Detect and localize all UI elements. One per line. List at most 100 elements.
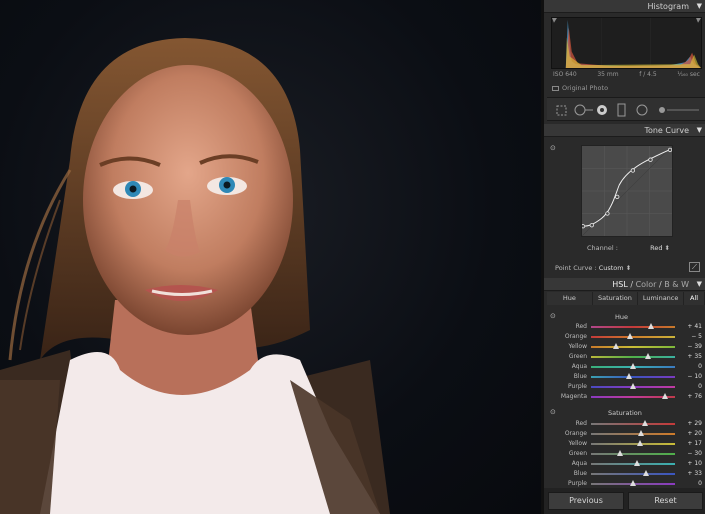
crop-icon[interactable] [556, 105, 567, 116]
histogram-header[interactable]: Histogram ▼ [544, 0, 705, 13]
original-photo-toggle[interactable]: Original Photo [552, 84, 608, 92]
bw-title[interactable]: B & W [664, 280, 689, 289]
slider-thumb[interactable] [630, 480, 636, 486]
slider-thumb[interactable] [625, 373, 632, 379]
target-adjust-icon[interactable]: ⊙ [550, 144, 556, 152]
slider-value[interactable]: + 29 [677, 420, 702, 427]
slider-thumb[interactable] [645, 353, 652, 359]
tab-saturation[interactable]: Saturation [593, 292, 639, 305]
target-adjust-sat-icon[interactable]: ⊙ [550, 408, 556, 416]
hue-slider-red[interactable]: Red + 41 [547, 322, 705, 332]
radial-filter-icon[interactable] [636, 104, 648, 116]
sat-slider-blue[interactable]: Blue + 33 [547, 469, 705, 479]
slider-track[interactable] [591, 453, 675, 455]
color-title[interactable]: Color [636, 280, 657, 289]
slider-track[interactable] [591, 443, 675, 445]
hue-slider-blue[interactable]: Blue − 10 [547, 372, 705, 382]
slider-thumb[interactable] [630, 383, 636, 389]
slider-value[interactable]: + 20 [677, 430, 702, 437]
slider-value[interactable]: − 5 [677, 333, 702, 340]
slider-value[interactable]: + 17 [677, 440, 702, 447]
sat-slider-aqua[interactable]: Aqua + 10 [547, 459, 705, 469]
point-curve-selector[interactable]: Point Curve : Custom ⬍ [555, 264, 631, 272]
slider-value[interactable]: + 33 [677, 470, 702, 477]
tab-hue[interactable]: Hue [547, 292, 593, 305]
slider-value[interactable]: − 10 [677, 373, 702, 380]
slider-label: Purple [568, 383, 587, 390]
hue-slider-purple[interactable]: Purple 0 [547, 382, 705, 392]
tone-curve-header[interactable]: Tone Curve ▼ [544, 124, 705, 137]
slider-value[interactable]: − 30 [677, 450, 702, 457]
hue-slider-orange[interactable]: Orange − 5 [547, 332, 705, 342]
tab-luminance[interactable]: Luminance [638, 292, 684, 305]
hue-slider-magenta[interactable]: Magenta + 76 [547, 392, 705, 402]
checkbox-icon[interactable] [552, 85, 559, 91]
histogram-graph [551, 17, 702, 69]
hue-slider-green[interactable]: Green + 35 [547, 352, 705, 362]
photo-canvas[interactable] [0, 0, 541, 514]
sat-slider-orange[interactable]: Orange + 20 [547, 429, 705, 439]
collapse-triangle-icon[interactable]: ▼ [697, 0, 702, 13]
channel-value[interactable]: Red [650, 244, 662, 252]
edit-point-curve-icon[interactable]: ⟋ [689, 262, 700, 272]
slider-track[interactable] [591, 433, 675, 435]
slider-label: Orange [564, 333, 587, 340]
graduated-filter-icon[interactable] [617, 103, 626, 117]
slider-thumb[interactable] [627, 333, 634, 339]
hsl-title[interactable]: HSL [612, 280, 628, 289]
slider-label: Blue [573, 470, 587, 477]
slider-value[interactable]: + 76 [677, 393, 702, 400]
reset-button[interactable]: Reset [628, 492, 703, 510]
slider-thumb[interactable] [634, 460, 641, 466]
iso-value: ISO 640 [553, 71, 577, 78]
hue-slider-aqua[interactable]: Aqua 0 [547, 362, 705, 372]
slider-value[interactable]: + 10 [677, 460, 702, 467]
slider-track[interactable] [591, 346, 675, 348]
slider-value[interactable]: + 41 [677, 323, 702, 330]
slider-track[interactable] [591, 473, 675, 475]
slider-track[interactable] [591, 356, 675, 358]
sat-slider-green[interactable]: Green − 30 [547, 449, 705, 459]
slider-thumb[interactable] [638, 430, 645, 436]
tool-strip [547, 97, 705, 121]
collapse-triangle-icon[interactable]: ▼ [697, 124, 702, 137]
slider-value[interactable]: 0 [677, 383, 702, 390]
slider-track[interactable] [591, 423, 675, 425]
slider-value[interactable]: 0 [677, 480, 702, 487]
tone-curve-graph[interactable] [581, 145, 673, 237]
collapse-triangle-icon[interactable]: ▼ [697, 278, 702, 291]
sat-slider-red[interactable]: Red + 29 [547, 419, 705, 429]
develop-panel: Histogram ▼ ISO 640 35 mm f / 4.5 ¹⁄₁₆₀ … [541, 0, 705, 514]
brush-slider-icon[interactable] [659, 107, 699, 113]
slider-track[interactable] [591, 463, 675, 465]
histogram-exif: ISO 640 35 mm f / 4.5 ¹⁄₁₆₀ sec [551, 71, 702, 78]
aperture-value: f / 4.5 [639, 71, 657, 78]
slider-value[interactable]: + 35 [677, 353, 702, 360]
previous-button[interactable]: Previous [548, 492, 624, 510]
slider-thumb[interactable] [641, 420, 648, 426]
red-eye-icon[interactable] [597, 105, 607, 115]
channel-selector[interactable]: Channel : Red ⬍ [587, 244, 670, 252]
tool-icons [556, 103, 699, 117]
spot-removal-icon[interactable] [574, 104, 593, 116]
slider-track[interactable] [591, 376, 675, 378]
tab-all[interactable]: All [684, 292, 705, 305]
shutter-value: ¹⁄₁₆₀ sec [677, 71, 700, 78]
target-adjust-hue-icon[interactable]: ⊙ [550, 312, 556, 320]
slider-thumb[interactable] [636, 440, 643, 446]
slider-thumb[interactable] [648, 323, 655, 329]
hue-slider-yellow[interactable]: Yellow − 39 [547, 342, 705, 352]
portrait-photo [0, 38, 390, 514]
saturation-section-label: Saturation [608, 409, 642, 417]
slider-thumb[interactable] [643, 470, 650, 476]
point-curve-value[interactable]: Custom [599, 264, 624, 272]
slider-value[interactable]: 0 [677, 363, 702, 370]
hsl-header[interactable]: HSL / Color / B & W ▼ [544, 278, 705, 291]
slider-thumb[interactable] [613, 343, 620, 349]
slider-thumb[interactable] [661, 393, 668, 399]
sat-slider-yellow[interactable]: Yellow + 17 [547, 439, 705, 449]
slider-value[interactable]: − 39 [677, 343, 702, 350]
slider-thumb[interactable] [630, 363, 636, 369]
slider-track[interactable] [591, 326, 675, 328]
slider-thumb[interactable] [617, 450, 624, 456]
